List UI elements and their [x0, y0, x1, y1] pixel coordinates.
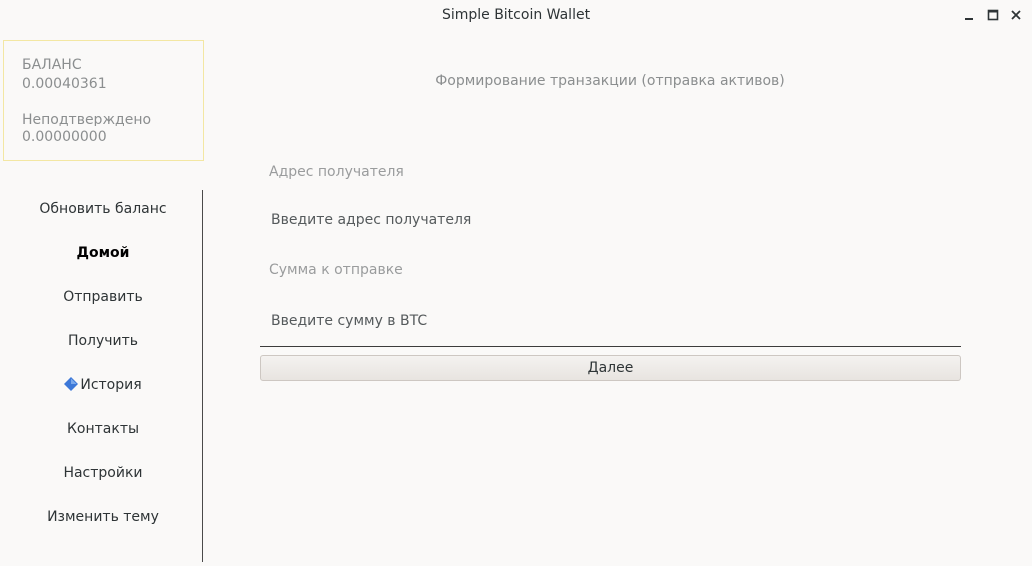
- next-button[interactable]: Далее: [260, 355, 961, 381]
- nav-history-label: История: [80, 377, 142, 393]
- title-bar: Simple Bitcoin Wallet: [0, 0, 1032, 30]
- recipient-address-label: Адрес получателя: [269, 164, 404, 180]
- minimize-icon[interactable]: [962, 8, 976, 22]
- amount-input[interactable]: [260, 307, 961, 335]
- unconfirmed-value: 0.00000000: [22, 129, 107, 145]
- nav-history[interactable]: История: [3, 373, 203, 397]
- app-window: Simple Bitcoin Wallet БАЛАНС 0.00040361 …: [0, 0, 1032, 566]
- nav-receive[interactable]: Получить: [3, 329, 203, 353]
- balance-value: 0.00040361: [22, 76, 107, 92]
- nav-send[interactable]: Отправить: [3, 285, 203, 309]
- close-icon[interactable]: [1009, 8, 1023, 22]
- diamond-icon: [64, 377, 79, 391]
- nav-refresh-balance[interactable]: Обновить баланс: [3, 197, 203, 221]
- unconfirmed-label: Неподтверждено: [22, 112, 152, 126]
- balance-label: БАЛАНС: [22, 57, 82, 73]
- recipient-address-input[interactable]: [260, 206, 961, 234]
- page-title: Формирование транзакции (отправка активо…: [435, 73, 785, 89]
- nav-change-theme[interactable]: Изменить тему: [3, 505, 203, 529]
- nav-contacts[interactable]: Контакты: [3, 417, 203, 441]
- nav-home[interactable]: Домой: [3, 241, 203, 265]
- window-title: Simple Bitcoin Wallet: [441, 7, 591, 23]
- maximize-icon[interactable]: [986, 8, 1000, 22]
- balance-panel: БАЛАНС 0.00040361 Неподтверждено 0.00000…: [3, 40, 204, 161]
- amount-input-underline: [260, 346, 961, 347]
- amount-label: Сумма к отправке: [269, 262, 403, 278]
- nav-settings[interactable]: Настройки: [3, 461, 203, 485]
- sidebar-divider: [202, 190, 203, 562]
